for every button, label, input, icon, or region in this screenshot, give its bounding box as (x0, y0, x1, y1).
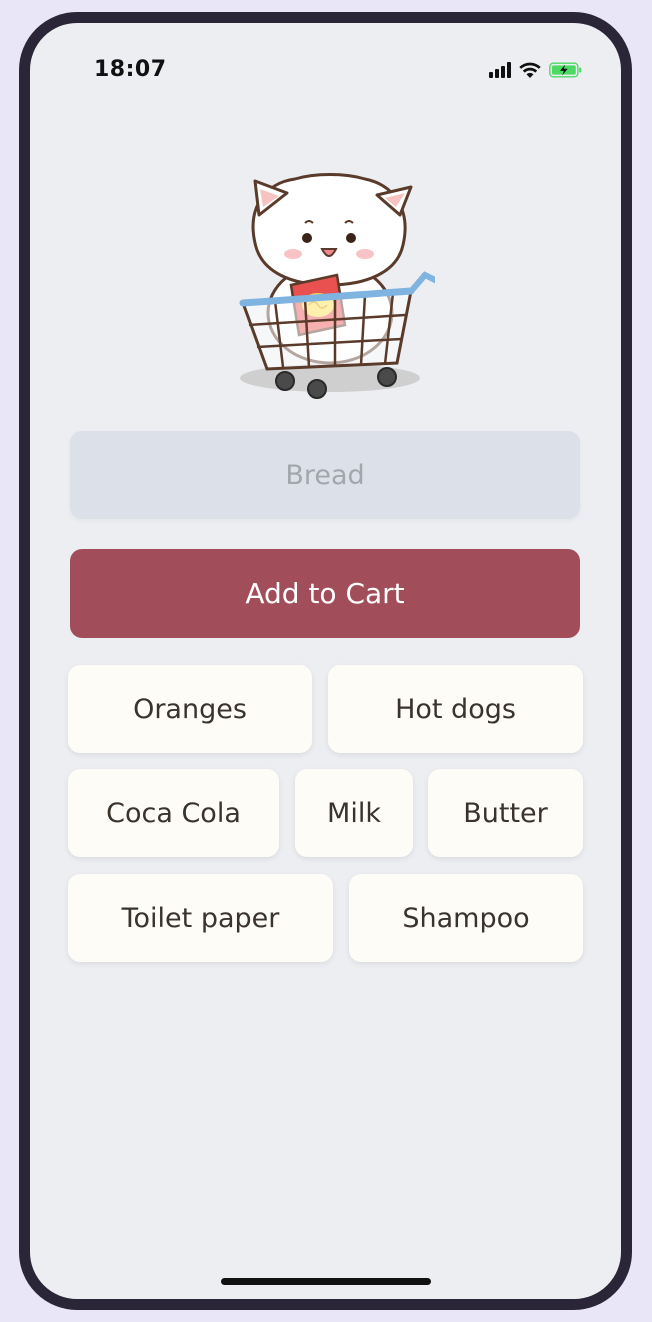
suggestion-chip-shampoo[interactable]: Shampoo (349, 874, 583, 962)
suggestion-chip-butter[interactable]: Butter (428, 769, 583, 857)
add-to-cart-button[interactable]: Add to Cart (70, 549, 580, 638)
suggestion-chip-hot-dogs[interactable]: Hot dogs (328, 665, 583, 753)
item-input-field[interactable] (70, 431, 580, 519)
suggestion-chip-oranges[interactable]: Oranges (68, 665, 312, 753)
suggestion-chip-milk[interactable]: Milk (295, 769, 413, 857)
home-indicator[interactable] (221, 1278, 431, 1285)
phone-frame: 18:07 Bread Add to Cart Oranges Hot dogs… (19, 12, 632, 1310)
battery-charging-icon (549, 62, 582, 78)
cellular-signal-icon (489, 62, 511, 78)
wifi-icon (519, 62, 541, 78)
suggestion-chip-coca-cola[interactable]: Coca Cola (68, 769, 279, 857)
cat-in-shopping-cart-illustration (239, 173, 435, 399)
item-input[interactable] (70, 458, 580, 492)
status-time: 18:07 (94, 57, 167, 82)
status-icons (489, 61, 583, 79)
status-bar: 18:07 (30, 23, 621, 103)
suggestion-chip-toilet-paper[interactable]: Toilet paper (68, 874, 333, 962)
